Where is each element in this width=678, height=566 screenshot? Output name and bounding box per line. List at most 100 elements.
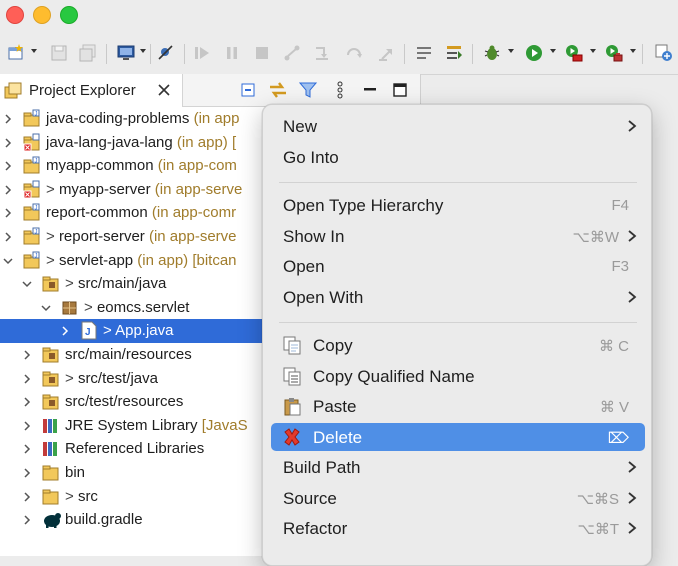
menu-item-label: Copy <box>313 336 353 355</box>
menu-item-build-path[interactable]: Build Path <box>271 453 645 481</box>
tree-row-label: > src <box>65 488 98 505</box>
chevron-down-icon[interactable] <box>550 49 556 53</box>
svg-text:J: J <box>35 206 38 212</box>
menu-item-shortcut: F4 <box>611 197 629 214</box>
tree-row-label: src/main/resources <box>65 346 192 363</box>
menu-item-copy[interactable]: Copy ⌘ C <box>271 331 645 359</box>
menu-item-open[interactable]: Open F3 <box>271 252 645 280</box>
tree-row-label: bin <box>65 464 85 481</box>
menu-item-open-type-hierarchy[interactable]: Open Type Hierarchy F4 <box>271 191 645 219</box>
tree-row-label: > App.java <box>103 322 173 339</box>
chevron-down-icon[interactable] <box>590 49 596 53</box>
tree-row-label: java-lang-java-lang (in app) [ <box>46 134 236 151</box>
view-menu-icon[interactable] <box>330 80 350 100</box>
chevron-down-icon[interactable] <box>21 277 33 289</box>
chevron-down-icon[interactable] <box>630 49 636 53</box>
link-with-editor-icon[interactable] <box>268 80 288 100</box>
tree-row-name: JRE System Library <box>65 416 198 434</box>
paste-icon <box>282 396 302 416</box>
open-perspective-icon[interactable] <box>654 43 674 63</box>
chevron-right-icon[interactable] <box>21 466 33 478</box>
menu-item-label: Open Type Hierarchy <box>283 196 444 215</box>
chevron-right-icon[interactable] <box>59 324 71 336</box>
project-icon: J <box>22 203 42 222</box>
source-folder-icon <box>41 345 61 364</box>
folder-icon <box>41 487 61 506</box>
chevron-right-icon[interactable] <box>2 136 14 148</box>
debug-icon[interactable] <box>482 43 502 63</box>
menu-item-shortcut: ⌦ <box>607 429 629 447</box>
tree-row-label: myapp-common (in app-com <box>46 157 237 174</box>
collapse-all-icon[interactable] <box>238 80 258 100</box>
tree-row-label: Referenced Libraries <box>65 440 204 457</box>
project-icon: J <box>22 156 42 175</box>
copy-icon <box>282 335 302 355</box>
open-terminal-icon[interactable] <box>116 43 136 63</box>
chevron-right-icon <box>627 521 637 535</box>
menu-separator <box>279 182 637 183</box>
menu-item-refactor[interactable]: Refactor ⌥⌘T <box>271 514 645 542</box>
chevron-right-icon[interactable] <box>21 490 33 502</box>
new-wizard-icon[interactable] <box>6 43 26 63</box>
menu-item-go-into[interactable]: Go Into <box>271 143 645 171</box>
tree-row-name: report-server <box>58 228 145 245</box>
menu-item-paste[interactable]: Paste ⌘ V <box>271 392 645 420</box>
chevron-right-icon[interactable] <box>21 513 33 525</box>
step-return-icon <box>376 43 396 63</box>
chevron-right-icon[interactable] <box>21 442 33 454</box>
next-annotation-icon[interactable] <box>444 43 464 63</box>
source-folder-icon <box>41 392 61 411</box>
maximize-icon[interactable] <box>390 80 410 100</box>
menu-item-show-in[interactable]: Show In ⌥⌘W <box>271 222 645 250</box>
tree-row-decoration: (in app) [bitcan <box>133 251 237 269</box>
chevron-right-icon[interactable] <box>2 183 14 195</box>
chevron-right-icon[interactable] <box>21 419 33 431</box>
chevron-right-icon[interactable] <box>21 372 33 384</box>
library-icon <box>41 416 61 435</box>
window-close-button[interactable] <box>6 6 24 24</box>
tree-row-decoration: (in app) [ <box>172 133 237 151</box>
filter-icon[interactable] <box>298 80 318 100</box>
outgoing-change-marker: > <box>65 369 78 387</box>
tree-row-label: java-coding-problems (in app <box>46 110 239 127</box>
chevron-right-icon[interactable] <box>21 395 33 407</box>
use-step-filters-icon[interactable] <box>414 43 434 63</box>
outgoing-change-marker: > <box>46 180 59 198</box>
minimize-icon[interactable] <box>360 80 380 100</box>
menu-item-label: Go Into <box>283 147 339 167</box>
outgoing-change-marker: > <box>46 251 59 269</box>
external-tools-icon[interactable] <box>604 43 624 63</box>
library-icon <box>41 439 61 458</box>
chevron-right-icon[interactable] <box>21 348 33 360</box>
close-icon[interactable] <box>154 80 174 100</box>
chevron-right-icon[interactable] <box>2 159 14 171</box>
run-icon[interactable] <box>524 43 544 63</box>
run-last-tool-icon[interactable] <box>564 43 584 63</box>
skip-breakpoints-icon[interactable] <box>156 43 176 63</box>
window-minimize-button[interactable] <box>33 6 51 24</box>
chevron-down-icon[interactable] <box>140 49 146 53</box>
menu-item-new[interactable]: New <box>271 112 645 140</box>
outgoing-change-marker: > <box>103 322 116 340</box>
menu-item-label: Source <box>283 488 337 508</box>
menu-item-source[interactable]: Source ⌥⌘S <box>271 484 645 512</box>
menu-item-label: New <box>283 117 318 136</box>
chevron-down-icon[interactable] <box>2 254 14 266</box>
chevron-right-icon[interactable] <box>2 230 14 242</box>
chevron-down-icon[interactable] <box>31 49 37 53</box>
chevron-right-icon[interactable] <box>2 112 14 124</box>
menu-item-copy-qualified-name[interactable]: Copy Qualified Name <box>271 362 645 390</box>
menu-item-open-with[interactable]: Open With <box>271 283 645 311</box>
gradle-file-icon <box>41 510 61 529</box>
chevron-down-icon[interactable] <box>40 301 52 313</box>
menu-item-delete[interactable]: Delete ⌦ <box>271 422 645 451</box>
chevron-right-icon <box>627 119 637 133</box>
tab-project-explorer[interactable]: Project Explorer <box>0 74 183 107</box>
chevron-down-icon[interactable] <box>508 49 514 53</box>
step-into-icon <box>312 43 332 63</box>
java-file-icon: J <box>79 321 99 340</box>
svg-text:J: J <box>35 112 38 118</box>
chevron-right-icon[interactable] <box>2 206 14 218</box>
window-zoom-button[interactable] <box>60 6 78 24</box>
outgoing-change-marker: > <box>65 487 78 505</box>
